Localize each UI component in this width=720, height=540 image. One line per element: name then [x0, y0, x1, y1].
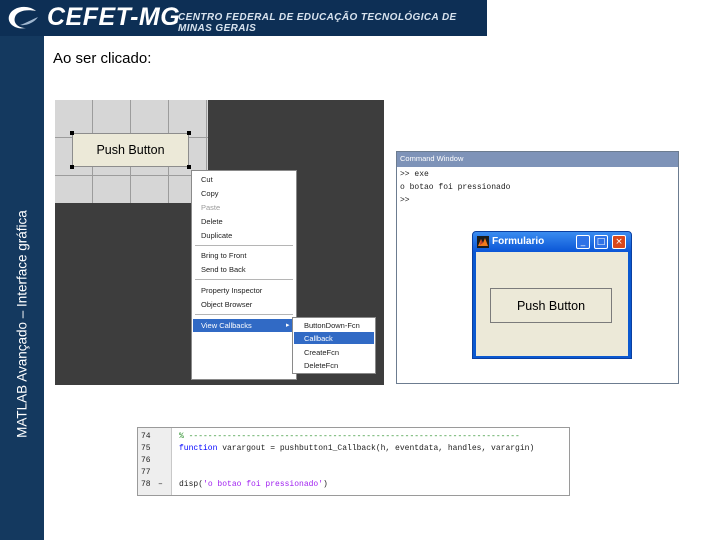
figure-titlebar[interactable]: Formulario _ □ × — [473, 232, 631, 252]
code-text: disp( — [179, 480, 204, 489]
header-banner: CEFET-MG CENTRO FEDERAL DE EDUCAÇÃO TECN… — [0, 0, 487, 36]
brand-title: CEFET-MG — [47, 3, 181, 31]
view-callbacks-submenu: ButtonDown-Fcn Callback CreateFcn Delete… — [292, 317, 376, 374]
command-prompt[interactable]: >> — [400, 196, 410, 205]
guide-layout-editor: Push Button Cut Copy Paste Delete Duplic… — [55, 100, 384, 385]
menu-item-view-callbacks[interactable]: View Callbacks — [201, 321, 252, 330]
submenu-item-buttondown-fcn[interactable]: ButtonDown-Fcn — [304, 321, 360, 330]
menu-item-delete[interactable]: Delete — [201, 217, 223, 226]
submenu-item-callback[interactable]: Callback — [304, 334, 333, 343]
menu-item-copy[interactable]: Copy — [201, 189, 219, 198]
figure-window: Formulario _ □ × Push Button — [472, 231, 632, 359]
selection-handle[interactable] — [187, 131, 191, 135]
command-output: o botao foi pressionado — [400, 183, 511, 192]
keyword: function — [179, 444, 218, 453]
sidebar: MATLAB Avançado – Interface gráfica — [0, 36, 44, 540]
slide-caption: Ao ser clicado: — [53, 50, 152, 67]
menu-divider — [195, 314, 293, 315]
menu-item-object-browser[interactable]: Object Browser — [201, 300, 252, 309]
code-text: varargout = pushbutton1_Callback(h, even… — [217, 444, 535, 453]
code-line[interactable]: disp('o botao foi pressionado') — [179, 480, 328, 489]
submenu-item-deletefcn[interactable]: DeleteFcn — [304, 361, 338, 370]
line-number: 77 — [141, 468, 151, 477]
figure-body: Push Button — [476, 252, 628, 356]
figure-title: Formulario — [492, 236, 545, 247]
code-text: ) — [323, 480, 328, 489]
course-title: MATLAB Avançado – Interface gráfica — [14, 210, 30, 438]
menu-divider — [195, 279, 293, 280]
code-line[interactable]: function varargout = pushbutton1_Callbac… — [179, 444, 534, 453]
command-window-title: Command Window — [400, 154, 464, 163]
menu-item-cut[interactable]: Cut — [201, 175, 213, 184]
context-menu: Cut Copy Paste Delete Duplicate Bring to… — [191, 170, 297, 380]
menu-item-send-to-back[interactable]: Send to Back — [201, 265, 246, 274]
line-number: 78 — [141, 480, 151, 489]
push-button[interactable]: Push Button — [490, 288, 612, 323]
string-literal: 'o botao foi pressionado' — [203, 480, 324, 489]
menu-item-property-inspector[interactable]: Property Inspector — [201, 286, 262, 295]
menu-item-paste[interactable]: Paste — [201, 203, 220, 212]
command-window-titlebar: Command Window — [397, 152, 678, 167]
matlab-logo-icon — [477, 236, 489, 248]
code-line[interactable]: % --------------------------------------… — [179, 432, 520, 441]
maximize-button[interactable]: □ — [594, 235, 608, 249]
submenu-item-createfcn[interactable]: CreateFcn — [304, 348, 339, 357]
institution-name: CENTRO FEDERAL DE EDUCAÇÃO TECNOLÓGICA D… — [178, 12, 457, 34]
command-line[interactable]: >> exe — [400, 170, 429, 179]
selection-handle[interactable] — [187, 165, 191, 169]
menu-item-duplicate[interactable]: Duplicate — [201, 231, 232, 240]
menu-item-bring-to-front[interactable]: Bring to Front — [201, 251, 246, 260]
selection-handle[interactable] — [70, 165, 74, 169]
code-editor: 74 % -----------------------------------… — [137, 427, 570, 496]
line-number: 76 — [141, 456, 151, 465]
close-button[interactable]: × — [612, 235, 626, 249]
push-button[interactable]: Push Button — [72, 133, 189, 167]
cefet-swirl-logo-icon — [8, 6, 38, 29]
selection-handle[interactable] — [70, 131, 74, 135]
breakpoint-dash[interactable]: – — [158, 480, 163, 489]
menu-divider — [195, 245, 293, 246]
line-number: 75 — [141, 444, 151, 453]
minimize-button[interactable]: _ — [576, 235, 590, 249]
line-number: 74 — [141, 432, 151, 441]
submenu-arrow-icon: ▸ — [286, 322, 290, 329]
